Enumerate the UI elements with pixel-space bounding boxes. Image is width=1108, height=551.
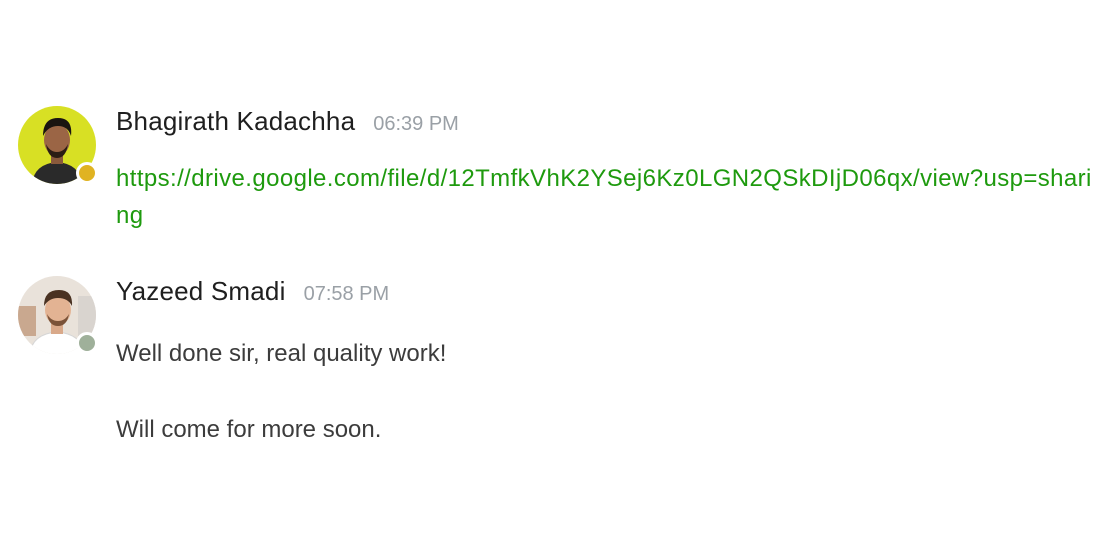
avatar[interactable] (18, 276, 98, 354)
message-text: Will come for more soon. (116, 416, 382, 443)
presence-indicator (76, 332, 98, 354)
message-link[interactable]: https://drive.google.com/file/d/12TmfkVh… (116, 160, 1096, 234)
message-timestamp: 07:58 PM (303, 283, 390, 305)
sender-name[interactable]: Yazeed Smadi (116, 276, 286, 307)
message-timestamp: 06:39 PM (373, 113, 459, 135)
sender-name[interactable]: Bhagirath Kadachha (116, 106, 355, 137)
message-text: Well done sir, real quality work! (116, 340, 447, 367)
avatar[interactable] (18, 106, 98, 184)
presence-indicator (76, 162, 98, 184)
